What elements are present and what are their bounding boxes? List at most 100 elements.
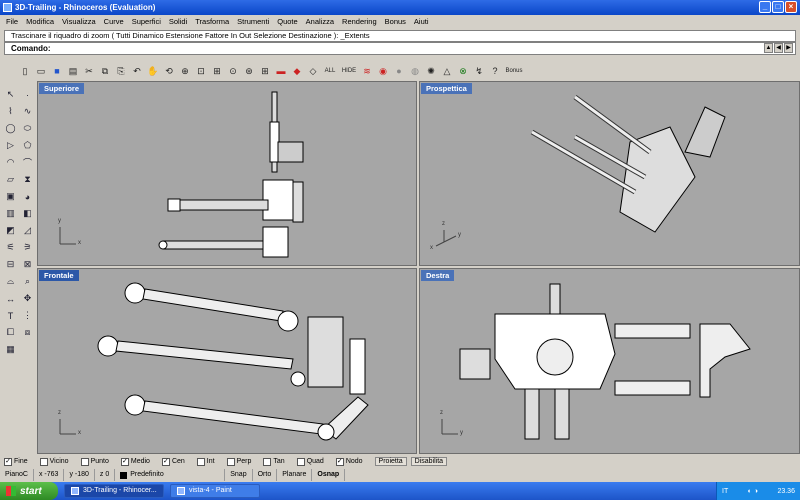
- solid-edit-icon[interactable]: ◧: [19, 205, 36, 222]
- plugin-icon[interactable]: ↯: [472, 64, 486, 78]
- maximize-button[interactable]: □: [772, 1, 784, 13]
- loft-icon[interactable]: ⧗: [19, 171, 36, 188]
- osnap-fine[interactable]: ✓ Fine: [4, 457, 28, 466]
- print-icon[interactable]: ▤: [66, 64, 80, 78]
- zoom-dynamic-icon[interactable]: ⊕: [178, 64, 192, 78]
- block-icon[interactable]: ⧈: [19, 324, 36, 341]
- menu-rendering[interactable]: Rendering: [338, 17, 381, 26]
- ellipse-icon[interactable]: ⬭: [19, 120, 36, 137]
- menu-quote[interactable]: Quote: [273, 17, 301, 26]
- menu-bonus[interactable]: Bonus: [381, 17, 410, 26]
- taskbar-item[interactable]: vista-4 - Paint: [170, 484, 260, 498]
- dimension-icon[interactable]: ↔: [2, 290, 19, 307]
- zoom-extents-icon[interactable]: ⊞: [210, 64, 224, 78]
- box-icon[interactable]: ▣: [2, 188, 19, 205]
- viewport-top[interactable]: Superiore y x: [37, 81, 417, 266]
- snap-toggle[interactable]: Snap: [225, 469, 253, 481]
- light-icon[interactable]: ✺: [424, 64, 438, 78]
- four-viewports-icon[interactable]: ⊞: [258, 64, 272, 78]
- osnap-int[interactable]: Int: [196, 457, 215, 466]
- viewport-front[interactable]: Frontale z x: [37, 268, 417, 454]
- offset-icon[interactable]: ⌓: [2, 273, 19, 290]
- menu-modifica[interactable]: Modifica: [22, 17, 58, 26]
- close-button[interactable]: ×: [785, 1, 797, 13]
- osnap-project-button[interactable]: Proietta: [374, 457, 407, 466]
- polyline-icon[interactable]: ⌇: [2, 103, 19, 120]
- cut-icon[interactable]: ✂: [82, 64, 96, 78]
- osnap-vicino[interactable]: Vicino: [39, 457, 69, 466]
- paste-icon[interactable]: ⎘: [114, 64, 128, 78]
- checkbox[interactable]: [226, 457, 235, 466]
- checkbox[interactable]: [80, 457, 89, 466]
- car-icon[interactable]: ▬: [274, 64, 288, 78]
- zoom-selected-icon[interactable]: ⊙: [226, 64, 240, 78]
- ortho-toggle[interactable]: Orto: [253, 469, 278, 481]
- cylinder-icon[interactable]: ▥: [2, 205, 19, 222]
- trim-icon[interactable]: ⚟: [2, 239, 19, 256]
- zoom-window-icon[interactable]: ⊡: [194, 64, 208, 78]
- menu-strumenti[interactable]: Strumenti: [233, 17, 273, 26]
- checkbox[interactable]: ✓: [4, 457, 12, 466]
- minimize-button[interactable]: _: [759, 1, 771, 13]
- fillet-icon[interactable]: ◿: [19, 222, 36, 239]
- analyze-icon[interactable]: ▦: [2, 341, 19, 358]
- osnap-toggle[interactable]: Osnap: [312, 469, 346, 481]
- select-arrow-icon[interactable]: ↖: [2, 86, 19, 103]
- select-all-icon[interactable]: ALL: [322, 64, 338, 78]
- osnap-disable-button[interactable]: Disabilita: [410, 457, 448, 466]
- select-last-icon[interactable]: ◇: [306, 64, 320, 78]
- osnap-quad[interactable]: Quad: [296, 457, 324, 466]
- osnap-icon[interactable]: ⊗: [456, 64, 470, 78]
- checkbox[interactable]: [196, 457, 205, 466]
- osnap-medio[interactable]: ✓ Medio: [120, 457, 150, 466]
- planar-toggle[interactable]: Planare: [277, 469, 313, 481]
- save-icon[interactable]: ■: [50, 64, 64, 78]
- new-file-icon[interactable]: ▯: [18, 64, 32, 78]
- osnap-cen[interactable]: ✓ Cen: [161, 457, 185, 466]
- pan-icon[interactable]: ✋: [146, 64, 160, 78]
- rectangle-icon[interactable]: ▷: [2, 137, 19, 154]
- undo-icon[interactable]: ↶: [130, 64, 144, 78]
- menu-visualizza[interactable]: Visualizza: [58, 17, 100, 26]
- surface-icon[interactable]: ▱: [2, 171, 19, 188]
- split-icon[interactable]: ⚞: [19, 239, 36, 256]
- layers-icon[interactable]: ≋: [360, 64, 374, 78]
- open-file-icon[interactable]: ▭: [34, 64, 48, 78]
- arc-icon[interactable]: ◠: [2, 154, 19, 171]
- osnap-perp[interactable]: Perp: [226, 457, 251, 466]
- menu-file[interactable]: File: [2, 17, 22, 26]
- shaded-sphere-icon[interactable]: ●: [392, 64, 406, 78]
- help-icon[interactable]: ?: [488, 64, 502, 78]
- checkbox[interactable]: ✓: [161, 457, 170, 466]
- osnap-punto[interactable]: Punto: [80, 457, 109, 466]
- sphere-icon[interactable]: ◕: [19, 188, 36, 205]
- mesh-icon[interactable]: ◩: [2, 222, 19, 239]
- freeform-icon[interactable]: ⌒: [19, 154, 36, 171]
- layer-selector[interactable]: Predefinito: [115, 469, 226, 481]
- polygon-icon[interactable]: ⬠: [19, 137, 36, 154]
- checkbox[interactable]: [263, 457, 272, 466]
- color-wheel-icon[interactable]: ◉: [376, 64, 390, 78]
- curve-icon[interactable]: ∿: [19, 103, 36, 120]
- checkbox[interactable]: ✓: [335, 457, 344, 466]
- point-icon[interactable]: ·: [19, 86, 36, 103]
- join-icon[interactable]: ⊟: [2, 256, 19, 273]
- rotate-view-icon[interactable]: ⟲: [162, 64, 176, 78]
- group-icon[interactable]: ⧠: [2, 324, 19, 341]
- copy-icon[interactable]: ⧉: [98, 64, 112, 78]
- viewport-perspective[interactable]: Prospettica z y x: [419, 81, 800, 266]
- select-icon[interactable]: ◆: [290, 64, 304, 78]
- scroll-left-icon[interactable]: ◀: [774, 43, 783, 53]
- array-icon[interactable]: ⋮: [19, 307, 36, 324]
- taskbar-item[interactable]: 3D-Trailing - Rhinocer...: [64, 484, 164, 498]
- language-indicator[interactable]: IT: [722, 488, 728, 495]
- scroll-up-icon[interactable]: ▲: [764, 43, 773, 53]
- viewport-right[interactable]: Destra z y: [419, 268, 800, 454]
- osnap-tan[interactable]: Tan: [263, 457, 285, 466]
- explode-icon[interactable]: ⊠: [19, 256, 36, 273]
- zoom-all-icon[interactable]: ⊛: [242, 64, 256, 78]
- move-icon[interactable]: ✥: [19, 290, 36, 307]
- bonus-icon[interactable]: Bonus: [504, 64, 524, 78]
- text-icon[interactable]: T: [2, 307, 19, 324]
- scroll-right-icon[interactable]: ▶: [784, 43, 793, 53]
